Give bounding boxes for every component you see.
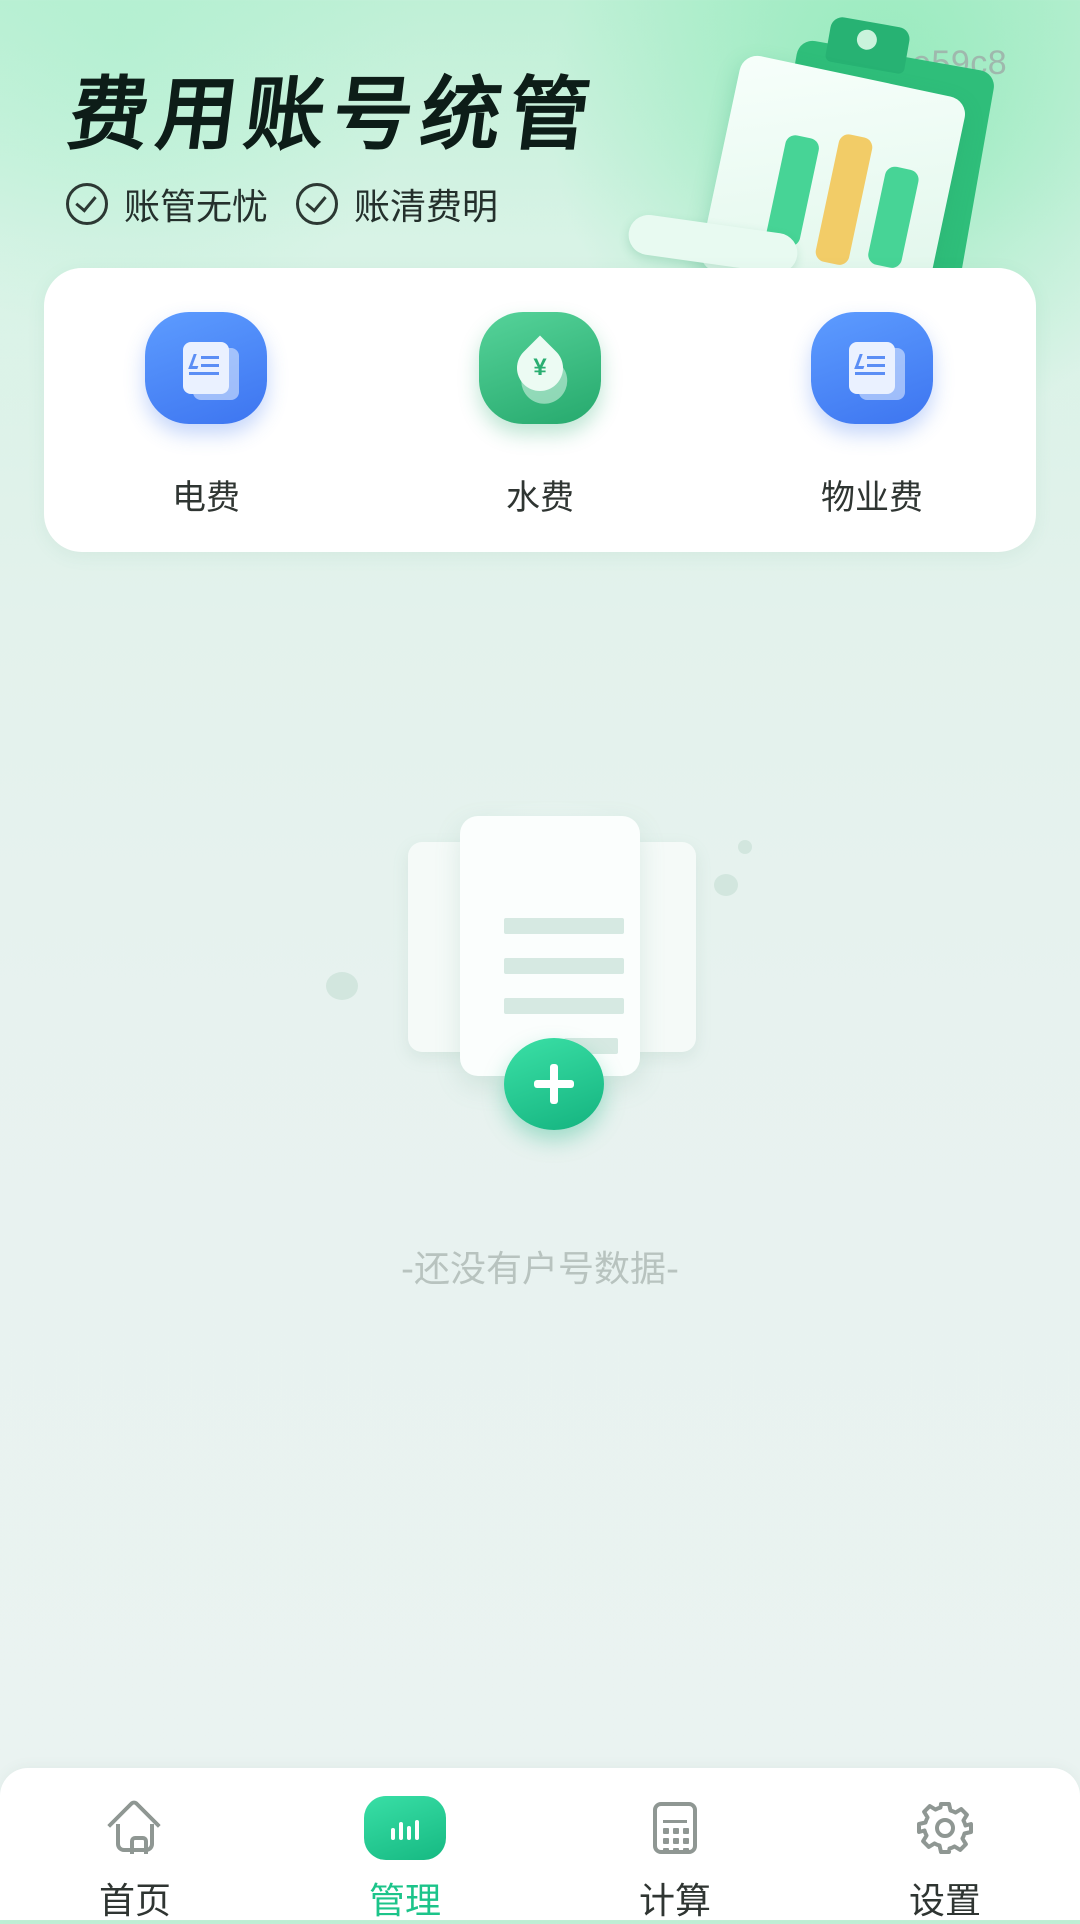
- check-circle-icon: [296, 183, 339, 225]
- property-bill-icon: [811, 312, 933, 424]
- banner-tags: 账管无忧 账清费明: [66, 178, 498, 230]
- fee-type-card: 电费 ¥ 水费 物业费: [44, 268, 1036, 552]
- clipboard-chart-illustration: [626, 14, 1008, 316]
- home-icon: [107, 1798, 161, 1854]
- water-bill-icon: ¥: [479, 312, 601, 424]
- tab-label: 计算: [638, 1881, 711, 1922]
- banner-tag: 账管无忧: [66, 178, 268, 230]
- tab-calculate[interactable]: 计算: [585, 1790, 765, 1924]
- electricity-bill-icon: [145, 312, 267, 424]
- chart-icon: [364, 1796, 446, 1860]
- tab-settings[interactable]: 设置: [855, 1790, 1035, 1924]
- banner-title: 费用账号统管: [63, 68, 603, 161]
- fee-item-label: 电费: [172, 478, 240, 518]
- calculator-icon: [653, 1802, 697, 1854]
- fee-item-label: 物业费: [821, 478, 923, 518]
- add-account-button[interactable]: [504, 1038, 604, 1130]
- tab-label: 管理: [368, 1881, 441, 1922]
- gear-icon: [917, 1802, 973, 1854]
- tab-label: 首页: [98, 1881, 171, 1922]
- tab-home[interactable]: 首页: [45, 1790, 225, 1924]
- empty-state-text: -还没有户号数据-: [401, 1249, 679, 1290]
- fee-item-property[interactable]: 物业费: [772, 312, 972, 519]
- fee-item-label: 水费: [506, 478, 574, 518]
- bottom-tab-bar: 首页 管理 计算 设置: [0, 1768, 1080, 1922]
- check-circle-icon: [66, 183, 108, 225]
- banner-tag-label: 账管无忧: [124, 187, 269, 228]
- tab-label: 设置: [908, 1881, 981, 1922]
- tab-manage[interactable]: 管理: [315, 1790, 495, 1924]
- fee-item-water[interactable]: ¥ 水费: [440, 312, 640, 519]
- banner-tag-label: 账清费明: [354, 187, 499, 228]
- banner-tag: 账清费明: [296, 178, 498, 230]
- fee-item-electricity[interactable]: 电费: [106, 312, 306, 519]
